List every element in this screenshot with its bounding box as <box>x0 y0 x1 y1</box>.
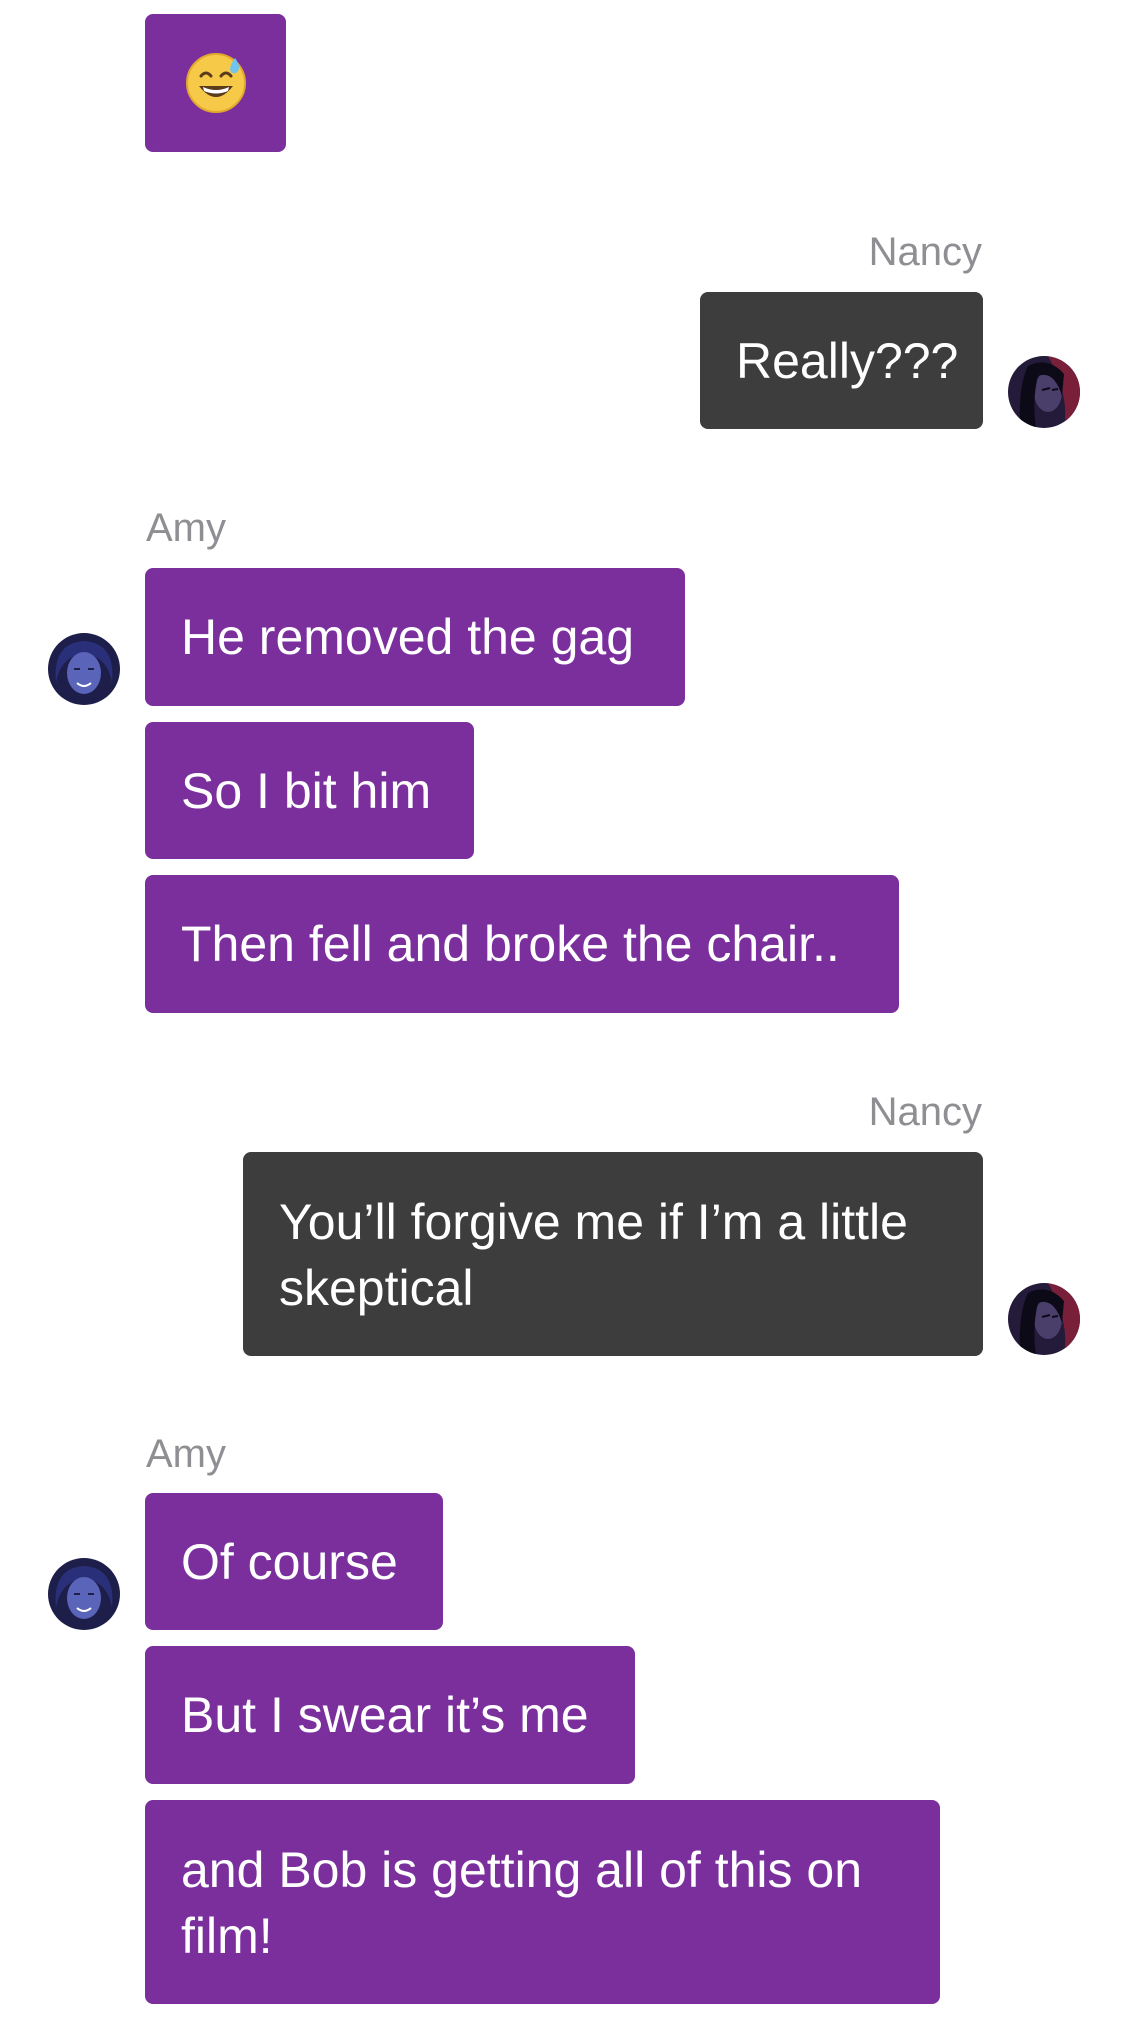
amy-message-bubble[interactable]: He removed the gag <box>145 568 685 706</box>
nancy-avatar-image <box>1008 1283 1080 1355</box>
message-text: Then fell and broke the chair.. <box>181 916 840 972</box>
sender-name-nancy: Nancy <box>868 230 982 274</box>
nancy-avatar[interactable] <box>1008 356 1080 428</box>
amy-avatar-image <box>48 1558 120 1630</box>
message-text: So I bit him <box>181 762 432 819</box>
sender-name-amy: Amy <box>146 506 226 550</box>
sender-name-amy: Amy <box>146 1432 226 1476</box>
emoji-message-bubble[interactable] <box>145 14 286 152</box>
message-text: But I swear it’s me <box>181 1687 589 1743</box>
amy-avatar-image <box>48 633 120 705</box>
amy-message-bubble[interactable]: But I swear it’s me <box>145 1646 635 1784</box>
grinning-face-with-sweat-icon <box>185 53 246 113</box>
message-text: He removed the gag <box>181 609 635 665</box>
message-text: and Bob is getting all of this on film! <box>181 1842 863 1964</box>
amy-message-bubble[interactable]: So I bit him <box>145 722 474 859</box>
amy-message-bubble[interactable]: Of course <box>145 1493 443 1630</box>
amy-avatar[interactable] <box>48 633 120 705</box>
message-text: You’ll forgive me if I’m a little skepti… <box>279 1194 908 1316</box>
amy-message-bubble[interactable]: and Bob is getting all of this on film! <box>145 1800 940 2004</box>
nancy-avatar[interactable] <box>1008 1283 1080 1355</box>
nancy-message-bubble[interactable]: You’ll forgive me if I’m a little skepti… <box>243 1152 983 1356</box>
amy-message-bubble[interactable]: Then fell and broke the chair.. <box>145 875 899 1013</box>
sender-name-nancy: Nancy <box>868 1090 982 1134</box>
nancy-message-bubble[interactable]: Really??? <box>700 292 983 429</box>
message-text: Really??? <box>736 332 959 389</box>
message-text: Of course <box>181 1533 398 1590</box>
amy-avatar[interactable] <box>48 1558 120 1630</box>
nancy-avatar-image <box>1008 356 1080 428</box>
